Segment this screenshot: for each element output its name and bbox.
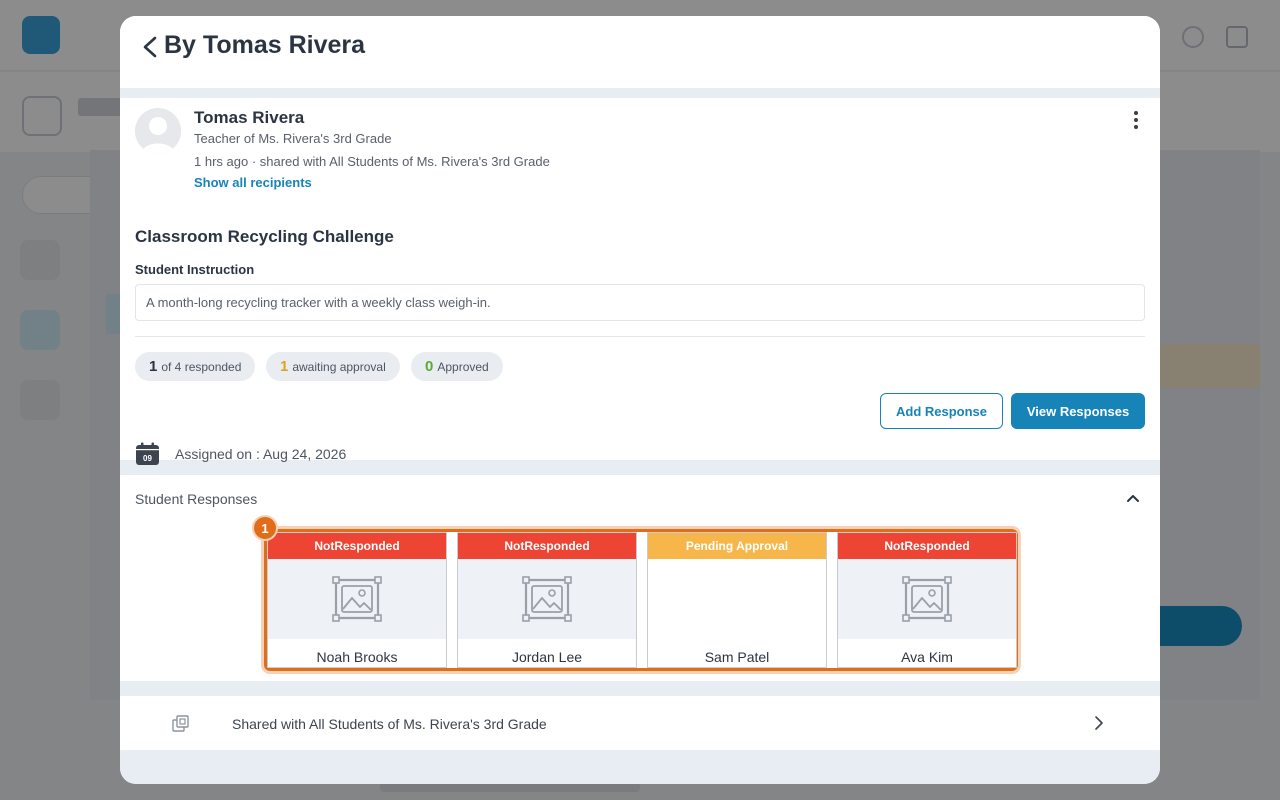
page-title: By Tomas Rivera xyxy=(164,31,366,59)
status-badge: NotResponded xyxy=(838,533,1016,559)
author-role: Teacher of Ms. Rivera's 3rd Grade xyxy=(194,131,392,146)
image-placeholder-icon xyxy=(902,576,952,622)
shared-with-text: Shared with All Students of Ms. Rivera's… xyxy=(232,716,547,732)
show-recipients-link[interactable]: Show all recipients xyxy=(194,175,312,190)
more-options-icon[interactable] xyxy=(1126,108,1138,134)
modal-header: By Tomas Rivera xyxy=(120,16,1160,88)
awaiting-label: awaiting approval xyxy=(292,359,386,374)
response-thumbnail xyxy=(268,559,446,639)
student-name: Noah Brooks xyxy=(316,649,398,665)
response-thumbnail xyxy=(648,559,826,639)
responded-count: 1 xyxy=(149,358,158,375)
instruction-text: A month-long recycling tracker with a we… xyxy=(135,284,1145,321)
view-responses-button[interactable]: View Responses xyxy=(1011,393,1145,429)
status-badge: NotResponded xyxy=(268,533,446,559)
student-responses-section: Student Responses NotResponded Noah Broo… xyxy=(120,475,1160,681)
post-card: Tomas Rivera Teacher of Ms. Rivera's 3rd… xyxy=(120,98,1160,465)
approved-chip: 0 Approved xyxy=(411,352,503,381)
student-card[interactable]: Pending Approval Sam Patel xyxy=(647,532,827,668)
post-detail-modal: By Tomas Rivera Tomas Rivera Teacher of … xyxy=(120,16,1160,784)
collapse-button[interactable] xyxy=(1122,487,1144,509)
shared-with-row[interactable]: Shared with All Students of Ms. Rivera's… xyxy=(120,696,1160,750)
image-placeholder-icon xyxy=(522,576,572,622)
student-name: Sam Patel xyxy=(704,649,770,665)
section-title: Student Responses xyxy=(135,491,258,507)
response-thumbnail xyxy=(458,559,636,639)
approved-count: 0 xyxy=(425,358,434,375)
student-name: Ava Kim xyxy=(901,649,953,665)
calendar-icon: 09 xyxy=(135,442,160,466)
svg-text:09: 09 xyxy=(143,454,152,463)
response-thumbnail xyxy=(838,559,1016,639)
responded-label: of 4 responded xyxy=(161,359,242,374)
avatar xyxy=(135,108,181,154)
student-name: Jordan Lee xyxy=(511,649,583,665)
instruction-label: Student Instruction xyxy=(135,262,255,277)
status-badge: Pending Approval xyxy=(648,533,826,559)
chevron-up-icon xyxy=(1127,495,1139,502)
image-placeholder-icon xyxy=(332,576,382,622)
task-title: Classroom Recycling Challenge xyxy=(135,227,394,246)
response-cards-group: NotResponded Noah Brooks NotResponded Jo… xyxy=(264,529,1018,671)
student-card[interactable]: NotResponded Jordan Lee xyxy=(457,532,637,668)
user-silhouette-icon xyxy=(135,108,181,154)
responded-chip: 1 of 4 responded xyxy=(135,352,256,381)
pending-count-badge: 1 xyxy=(252,515,278,541)
student-card[interactable]: NotResponded Ava Kim xyxy=(837,532,1017,668)
awaiting-count: 1 xyxy=(280,358,289,375)
add-response-button[interactable]: Add Response xyxy=(880,393,1003,429)
student-card[interactable]: NotResponded Noah Brooks xyxy=(267,532,447,668)
assigned-date: Assigned on : Aug 24, 2026 xyxy=(175,446,347,462)
approved-label: Approved xyxy=(437,359,489,374)
post-meta: 1 hrs ago · shared with All Students of … xyxy=(194,154,550,169)
status-badge: NotResponded xyxy=(458,533,636,559)
divider xyxy=(135,336,1145,337)
copy-icon xyxy=(172,715,190,733)
awaiting-chip: 1 awaiting approval xyxy=(266,352,400,381)
chevron-right-icon xyxy=(1090,713,1108,733)
author-name: Tomas Rivera xyxy=(194,108,305,127)
